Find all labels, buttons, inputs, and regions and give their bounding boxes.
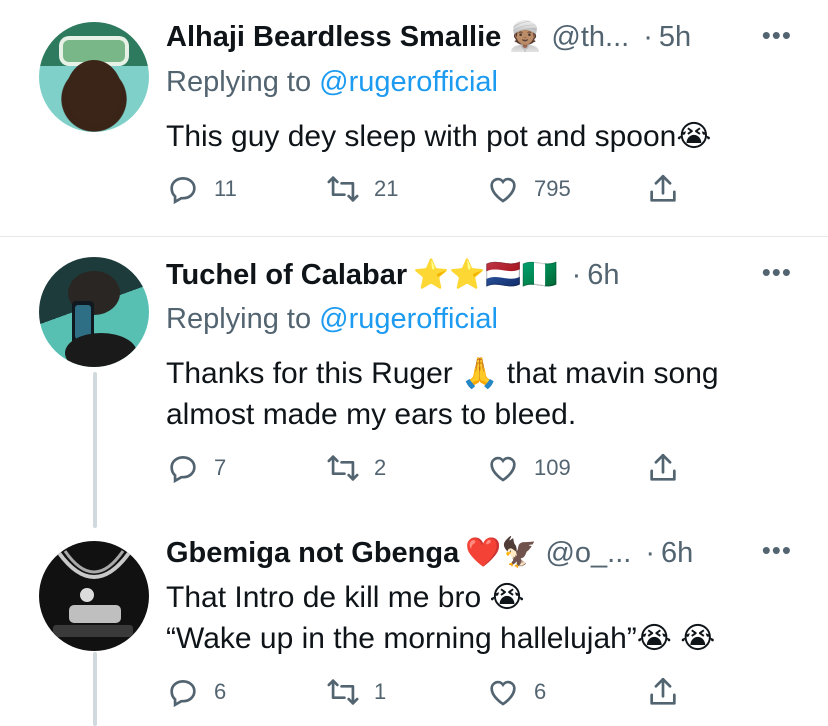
reply-button[interactable]: 7 — [166, 451, 226, 485]
retweet-count: 1 — [374, 679, 387, 704]
more-horizontal-icon[interactable]: ••• — [762, 535, 792, 566]
more-horizontal-icon[interactable]: ••• — [762, 20, 792, 51]
reply-count: 11 — [214, 176, 237, 201]
like-count: 6 — [534, 679, 547, 704]
tweet-text: That Intro de kill me bro 😭 “Wake up in … — [166, 577, 786, 659]
separator-dot: · — [571, 258, 582, 291]
action-bar: 7 2 109 — [166, 451, 686, 485]
retweet-icon — [327, 679, 359, 705]
retweet-count: 21 — [374, 176, 399, 201]
like-button[interactable]: 6 — [486, 675, 546, 709]
avatar-image — [65, 271, 137, 367]
display-name[interactable]: Gbemiga not Gbenga — [166, 537, 459, 570]
more-horizontal-icon[interactable]: ••• — [762, 257, 792, 288]
like-count: 795 — [534, 176, 571, 201]
replying-to: Replying to @rugerofficial — [166, 303, 498, 336]
avatar-image — [53, 550, 133, 637]
like-button[interactable]: 109 — [486, 451, 571, 485]
name-emoji: ❤️🦅 — [465, 537, 538, 569]
separator-dot: · — [643, 20, 653, 53]
reply-icon — [170, 456, 196, 484]
retweet-button[interactable]: 2 — [326, 451, 386, 485]
replying-to: Replying to @rugerofficial — [166, 66, 498, 99]
share-button[interactable] — [646, 451, 680, 485]
tweet-text-line: Thanks for this Ruger 🙏 that mavin song — [166, 357, 719, 390]
timestamp[interactable]: 6h — [661, 537, 693, 570]
like-count: 109 — [534, 455, 571, 480]
avatar[interactable] — [39, 22, 149, 132]
reply-count: 7 — [214, 455, 227, 480]
timestamp[interactable]: 5h — [659, 21, 691, 54]
tweet-text-line: This guy dey sleep with pot and spoon😭 — [166, 120, 712, 153]
share-icon — [650, 174, 676, 202]
reply-count: 6 — [214, 679, 227, 704]
heart-icon — [490, 456, 516, 482]
like-button[interactable]: 795 — [486, 172, 571, 206]
tweet-header: Gbemiga not Gbenga ❤️🦅 @o_... · 6h — [166, 533, 693, 573]
mention-link[interactable]: @rugerofficial — [319, 303, 498, 335]
retweet-icon — [327, 176, 359, 202]
replying-to-label: Replying to — [166, 66, 312, 98]
action-bar: 6 1 6 — [166, 675, 686, 709]
heart-icon — [490, 177, 516, 203]
tweet-1[interactable]: Alhaji Beardless Smallie 👳🏽 @th... · 5h … — [0, 0, 828, 236]
retweet-count: 2 — [374, 455, 387, 480]
tweet-text-line: almost made my ears to bleed. — [166, 398, 577, 431]
tweet-text-line: That Intro de kill me bro 😭 — [166, 581, 525, 614]
heart-icon — [490, 680, 516, 706]
share-button[interactable] — [646, 172, 680, 206]
reply-button[interactable]: 11 — [166, 172, 237, 206]
separator-dot: · — [645, 536, 656, 569]
user-handle[interactable]: @o_... — [545, 537, 631, 570]
tweet-text: This guy dey sleep with pot and spoon😭 — [166, 116, 786, 157]
tweet-header: Tuchel of Calabar ⭐⭐🇳🇱🇳🇬 · 6h — [166, 255, 620, 295]
user-handle[interactable]: @th... — [551, 21, 629, 54]
share-icon — [650, 453, 676, 481]
mention-link[interactable]: @rugerofficial — [319, 66, 498, 98]
reply-button[interactable]: 6 — [166, 675, 226, 709]
share-button[interactable] — [646, 675, 680, 709]
avatar[interactable] — [39, 541, 149, 651]
tweet-3[interactable]: Gbemiga not Gbenga ❤️🦅 @o_... · 6h ••• T… — [0, 527, 828, 726]
display-name[interactable]: Alhaji Beardless Smallie — [166, 21, 501, 54]
name-emoji: 👳🏽 — [507, 21, 544, 53]
reply-icon — [170, 177, 196, 205]
share-icon — [650, 677, 676, 705]
reply-icon — [170, 680, 196, 708]
display-name[interactable]: Tuchel of Calabar — [166, 259, 407, 292]
tweet-text: Thanks for this Ruger 🙏 that mavin song … — [166, 353, 786, 435]
avatar-image — [59, 36, 129, 124]
retweet-icon — [327, 455, 359, 481]
retweet-button[interactable]: 1 — [326, 675, 386, 709]
retweet-button[interactable]: 21 — [326, 172, 398, 206]
avatar[interactable] — [39, 257, 149, 367]
action-bar: 11 21 795 — [166, 172, 686, 206]
timestamp[interactable]: 6h — [587, 259, 619, 292]
tweet-2[interactable]: Tuchel of Calabar ⭐⭐🇳🇱🇳🇬 · 6h ••• Replyi… — [0, 237, 828, 527]
replying-to-label: Replying to — [166, 303, 312, 335]
name-emoji: ⭐⭐🇳🇱🇳🇬 — [413, 259, 558, 291]
tweet-header: Alhaji Beardless Smallie 👳🏽 @th... · 5h — [166, 17, 691, 57]
tweet-text-line: “Wake up in the morning hallelujah”😭 😭 — [166, 622, 716, 655]
